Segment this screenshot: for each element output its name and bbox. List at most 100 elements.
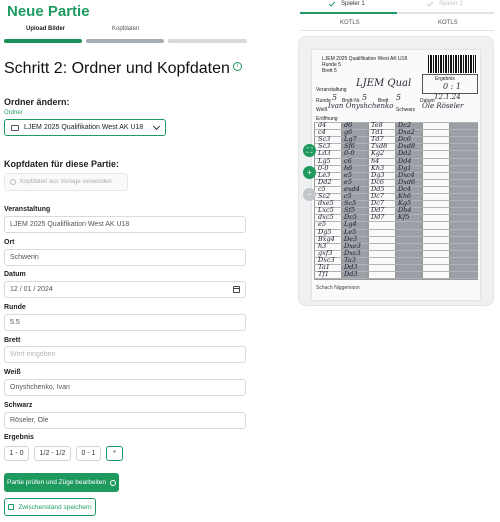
grid-row-line [314,136,478,137]
sheet-hw-board: 5 [396,93,402,102]
subtab-1[interactable]: KOTLS [340,20,360,26]
sheet-hw-black: Ole Röseler [422,102,464,110]
save-draft-label: Zwischenstand speichern [18,503,92,511]
grid-row-line [314,200,478,201]
folder-icon [11,124,19,131]
grid-row-line [314,221,478,222]
event-field[interactable]: LJEM 2025 Qualifikation West AK U18 [4,216,246,233]
grid-row-line [314,122,478,123]
grid-row-line [314,157,478,158]
black-value: Röseler, Ole [10,417,49,424]
app-title: Neue Partie [7,3,90,20]
folder-select[interactable]: LJEM 2025 Qualifikation West AK U18 [4,119,166,136]
scoresheet-image: LJEM 2025 Qualifikation West AK U18 Rund… [312,50,480,300]
place-field[interactable]: Schwerin [4,249,246,266]
sheet-hw-brett: 5 [362,93,368,102]
grid-row-line [314,164,478,166]
sheet-hw-result: 0 : 1 [443,82,461,91]
white-move: Dd7 [371,213,385,222]
tab-player-2[interactable]: Spieler 2 [426,0,463,7]
grid-row-line [314,193,478,194]
black-label: Schwarz [4,402,33,409]
date-field[interactable]: 12 / 01 / 2024 [4,281,246,298]
round-field[interactable]: 5.5 [4,314,246,331]
grid-row-line [314,150,478,151]
tab-player-1-label: Spieler 1 [341,1,365,7]
round-label: Runde [4,304,26,311]
subtab-divider [300,30,494,31]
info-icon[interactable]: i [232,62,242,71]
header-data-section-title: Kopfdaten für diese Partie: [4,159,120,169]
sheet-label-white: Weiß [316,107,328,113]
zoom-out-button[interactable]: − [303,188,316,201]
sheet-footer: Schach Niggemann [316,285,360,291]
grid-row-line [314,228,478,229]
black-move: Dd3 [344,270,358,279]
barcode [428,55,476,73]
event-label: Veranstaltung [4,206,51,213]
board-placeholder: Wert eingeben [10,351,56,358]
page-title: Schritt 2: Ordner und Kopfdaten [4,60,230,77]
grid-row-line [314,171,478,173]
grid-row-line [314,214,478,215]
check-icon [426,0,434,7]
black-move: Kf5 [398,213,410,222]
moves-grid: d4 d6 c4 g6 Sc3 Lg7 Sc3 Sf6 Ld3 0-0 Lg5 c6 0-0 h6 Le3 e… [314,121,478,280]
save-draft-button[interactable]: Zwischenstand speichern [4,498,96,516]
grid-row-line [314,242,478,244]
sheet-hw-white: Ivan Onyshchenko [328,102,394,110]
grid-row-line [314,207,478,208]
grid-row-line [314,264,478,265]
tab-active-indicator [300,12,397,14]
date-label: Datum [4,271,26,278]
white-label: Weiß [4,369,21,376]
sheet-hw-round: 5 [332,93,338,102]
step-review-bar [168,39,247,43]
step-upload-label[interactable]: Upload Bilder [26,26,65,32]
sheet-label-black: Schwarz [396,107,416,113]
review-game-button[interactable]: Partie prüfen und Züge bearbeiten [4,473,119,492]
sheet-hw-event: LJEM Qual [356,78,412,89]
place-label: Ort [4,239,15,246]
result-unknown-button[interactable]: * [106,446,123,461]
black-field[interactable]: Röseler, Ole [4,412,246,429]
template-button-label: Kopfdaten aus Vorlage verwenden [20,179,112,185]
board-label: Brett [4,337,21,344]
fit-screen-button[interactable]: ⛶ [303,144,316,157]
white-field[interactable]: Onyshchenko, Ivan [4,379,246,396]
date-value: 12 / 01 / 2024 [10,286,53,293]
folder-selected-value: LJEM 2025 Qualifikation West AK U18 [24,124,144,131]
chevron-down-icon [152,122,161,130]
step-upload-bar [4,39,82,43]
sheet-result-box: Ergebnis 0 : 1 [422,74,478,94]
tab-player-2-label: Spieler 2 [439,1,463,7]
folder-section-title: Ordner ändern: [4,97,70,107]
calendar-icon[interactable] [233,286,240,293]
grid-row-line [314,185,478,187]
white-move: Tf1 [318,270,329,279]
subtab-2[interactable]: KOTLS [438,20,458,26]
result-white-wins-button[interactable]: 1 - 0 [4,446,29,461]
step-header-bar [86,39,164,43]
sheet-board: Brett 5 [322,68,337,74]
result-draw-button[interactable]: 1/2 - 1/2 [34,446,71,461]
place-value: Schwerin [10,254,39,261]
grid-row-line [314,249,478,251]
white-value: Onyshchenko, Ivan [10,384,70,391]
round-value: 5.5 [10,319,20,326]
page-heading: Schritt 2: Ordner und Kopfdaten i [4,60,242,78]
grid-row-line [314,143,478,144]
step-header-label[interactable]: Kopfdaten [112,26,139,32]
tab-inactive-indicator [397,12,494,14]
result-black-wins-button[interactable]: 0 - 1 [76,446,101,461]
template-icon [10,179,16,185]
board-field[interactable]: Wert eingeben [4,346,246,363]
tab-player-1[interactable]: Spieler 1 [328,0,365,7]
template-button[interactable]: Kopfdaten aus Vorlage verwenden [4,173,128,191]
result-label: Ergebnis [4,434,34,441]
grid-row-line [314,235,478,237]
folder-label: Ordner [4,110,23,116]
zoom-in-button[interactable]: + [303,166,316,179]
grid-row-line [314,256,478,258]
review-game-label: Partie prüfen und Züge bearbeiten [6,479,106,486]
